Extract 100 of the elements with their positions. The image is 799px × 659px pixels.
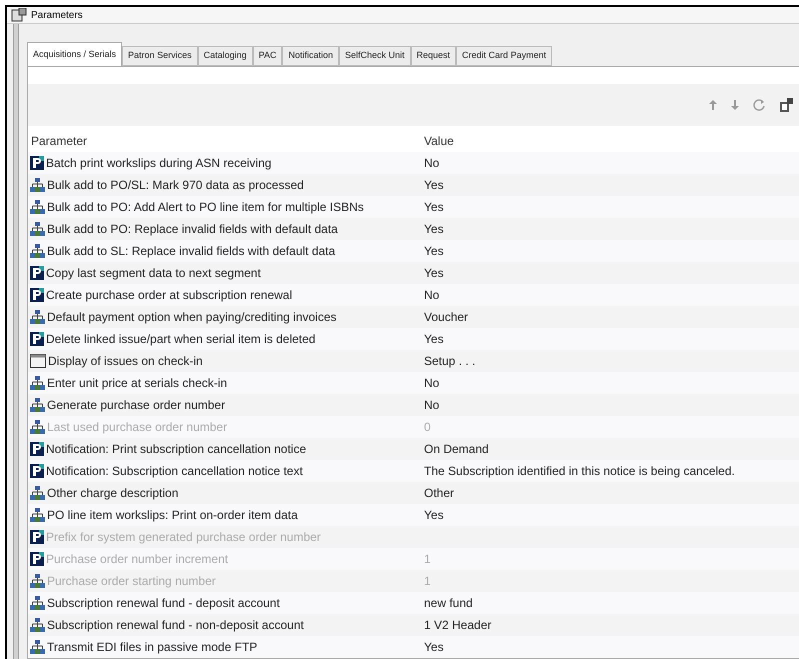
hierarchy-icon bbox=[30, 574, 45, 588]
parameter-name: Transmit EDI files in passive mode FTP bbox=[47, 639, 258, 656]
parameter-value: 1 V2 Header bbox=[424, 617, 492, 634]
parameter-name: Prefix for system generated purchase order number bbox=[46, 529, 321, 546]
hierarchy-icon bbox=[30, 244, 45, 258]
hierarchy-icon bbox=[30, 222, 45, 236]
tab[interactable]: Patron Services bbox=[122, 46, 198, 66]
tab[interactable]: PAC bbox=[252, 46, 282, 66]
tab[interactable]: Request bbox=[410, 46, 456, 66]
table-row[interactable]: Batch print workslips during ASN receiving No bbox=[28, 152, 799, 174]
parameter-value: new fund bbox=[424, 595, 473, 612]
parameter-value: Yes bbox=[424, 243, 444, 260]
hierarchy-icon bbox=[30, 310, 45, 324]
parameter-name: Copy last segment data to next segment bbox=[46, 265, 261, 282]
table-row[interactable]: Bulk add to SL: Replace invalid fields with default data Yes bbox=[28, 240, 799, 262]
parameter-value: Setup . . . bbox=[424, 353, 476, 370]
p-icon bbox=[30, 552, 44, 566]
parameter-name: Purchase order number increment bbox=[46, 551, 228, 568]
p-icon bbox=[30, 464, 44, 478]
parameter-value: No bbox=[424, 375, 440, 392]
p-icon bbox=[30, 530, 44, 544]
tab[interactable]: Credit Card Payment bbox=[456, 46, 552, 66]
parameter-name: Display of issues on check-in bbox=[48, 353, 203, 370]
table-row[interactable]: Subscription renewal fund - deposit account new fund bbox=[28, 592, 799, 614]
parameter-value: Yes bbox=[424, 177, 444, 194]
table-row[interactable]: PO line item workslips: Print on-order item data Yes bbox=[28, 504, 799, 526]
parameter-name: Delete linked issue/part when serial item is deleted bbox=[46, 331, 316, 348]
parameter-value: Yes bbox=[424, 507, 444, 524]
parameter-value: 0 bbox=[424, 419, 431, 436]
parameter-value: 1 bbox=[424, 573, 431, 590]
parameter-name: Batch print workslips during ASN receiving bbox=[46, 155, 272, 172]
parameter-name: Subscription renewal fund - non-deposit account bbox=[47, 617, 304, 634]
hierarchy-icon bbox=[30, 420, 45, 434]
tab[interactable]: Acquisitions / Serials bbox=[27, 42, 122, 66]
parameter-name: Other charge description bbox=[47, 485, 178, 502]
hierarchy-icon bbox=[30, 398, 45, 412]
arrow-down-icon[interactable] bbox=[731, 100, 739, 110]
window-icon bbox=[11, 8, 27, 22]
hierarchy-icon bbox=[30, 486, 45, 500]
parameter-value: The Subscription identified in this notice is being canceled. bbox=[424, 463, 735, 480]
parameter-name: Generate purchase order number bbox=[47, 397, 226, 414]
table-row[interactable]: Generate purchase order number No bbox=[28, 394, 799, 416]
parameter-value: Voucher bbox=[424, 309, 468, 326]
parameter-name: Last used purchase order number bbox=[47, 419, 228, 436]
parameter-name: Bulk add to PO: Add Alert to PO line item for multiple ISBNs bbox=[47, 199, 364, 216]
parameter-name: Bulk add to PO/SL: Mark 970 data as processed bbox=[47, 177, 304, 194]
table-row[interactable]: Default payment option when paying/crediting invoices Voucher bbox=[28, 306, 799, 328]
table-row[interactable]: Transmit EDI files in passive mode FTP Yes bbox=[28, 636, 799, 658]
parameter-name: Purchase order starting number bbox=[47, 573, 216, 590]
arrow-up-icon[interactable] bbox=[709, 100, 717, 110]
parameter-value: No bbox=[424, 397, 440, 414]
table-row[interactable]: Bulk add to PO/SL: Mark 970 data as processed Yes bbox=[28, 174, 799, 196]
parameter-value: Yes bbox=[424, 199, 444, 216]
parameter-name: Default payment option when paying/crediting invoices bbox=[47, 309, 337, 326]
table-row[interactable]: Notification: Print subscription cancellation notice On Demand bbox=[28, 438, 799, 460]
parameter-name: Create purchase order at subscription renewal bbox=[46, 287, 292, 304]
parameter-value: 1 bbox=[424, 551, 431, 568]
hierarchy-icon bbox=[30, 200, 45, 214]
tab[interactable]: Notification bbox=[282, 46, 339, 66]
hierarchy-icon bbox=[30, 640, 45, 654]
hierarchy-icon bbox=[30, 508, 45, 522]
parameter-value: No bbox=[424, 155, 440, 172]
hierarchy-icon bbox=[30, 596, 45, 610]
column-header: Value bbox=[424, 133, 454, 150]
properties-icon[interactable] bbox=[779, 98, 793, 112]
table-row[interactable]: Bulk add to PO: Replace invalid fields with default data Yes bbox=[28, 218, 799, 240]
parameter-value: Other bbox=[424, 485, 454, 502]
table-row[interactable]: Display of issues on check-in Setup . . . bbox=[28, 350, 799, 372]
table-row[interactable]: Notification: Subscription cancellation notice text The Subscription identified in this notice is being canceled. bbox=[28, 460, 799, 482]
parameter-name: Notification: Print subscription cancellation notice bbox=[46, 441, 306, 458]
parameter-name: PO line item workslips: Print on-order item data bbox=[47, 507, 298, 524]
hierarchy-icon bbox=[30, 178, 45, 192]
window-title: Parameters bbox=[31, 8, 83, 22]
calendar-icon bbox=[30, 354, 46, 368]
refresh-icon[interactable] bbox=[753, 99, 765, 111]
parameter-value: No bbox=[424, 287, 440, 304]
p-icon bbox=[30, 332, 44, 346]
table-row[interactable]: Copy last segment data to next segment Yes bbox=[28, 262, 799, 284]
p-icon bbox=[30, 288, 44, 302]
column-header: Parameter bbox=[30, 133, 88, 150]
parameter-name: Subscription renewal fund - deposit account bbox=[47, 595, 280, 612]
tab[interactable]: SelfCheck Unit bbox=[338, 46, 411, 66]
table-row[interactable]: Create purchase order at subscription renewal No bbox=[28, 284, 799, 306]
table-row[interactable]: Bulk add to PO: Add Alert to PO line item for multiple ISBNs Yes bbox=[28, 196, 799, 218]
p-icon bbox=[30, 156, 44, 170]
parameter-name: Enter unit price at serials check-in bbox=[47, 375, 228, 392]
parameter-value: Yes bbox=[424, 331, 444, 348]
parameter-name: Bulk add to SL: Replace invalid fields with default data bbox=[47, 243, 336, 260]
p-icon bbox=[30, 266, 44, 280]
parameter-name: Bulk add to PO: Replace invalid fields with default data bbox=[47, 221, 338, 238]
table-row[interactable]: Other charge description Other bbox=[28, 482, 799, 504]
table-row[interactable]: Delete linked issue/part when serial item is deleted Yes bbox=[28, 328, 799, 350]
table-row[interactable]: Enter unit price at serials check-in No bbox=[28, 372, 799, 394]
parameter-value: On Demand bbox=[424, 441, 489, 458]
parameter-value: Yes bbox=[424, 221, 444, 238]
table-row[interactable]: Subscription renewal fund - non-deposit account 1 V2 Header bbox=[28, 614, 799, 636]
p-icon bbox=[30, 442, 44, 456]
parameter-name: Notification: Subscription cancellation notice text bbox=[46, 463, 303, 480]
hierarchy-icon bbox=[30, 618, 45, 632]
tab[interactable]: Cataloging bbox=[198, 46, 253, 66]
